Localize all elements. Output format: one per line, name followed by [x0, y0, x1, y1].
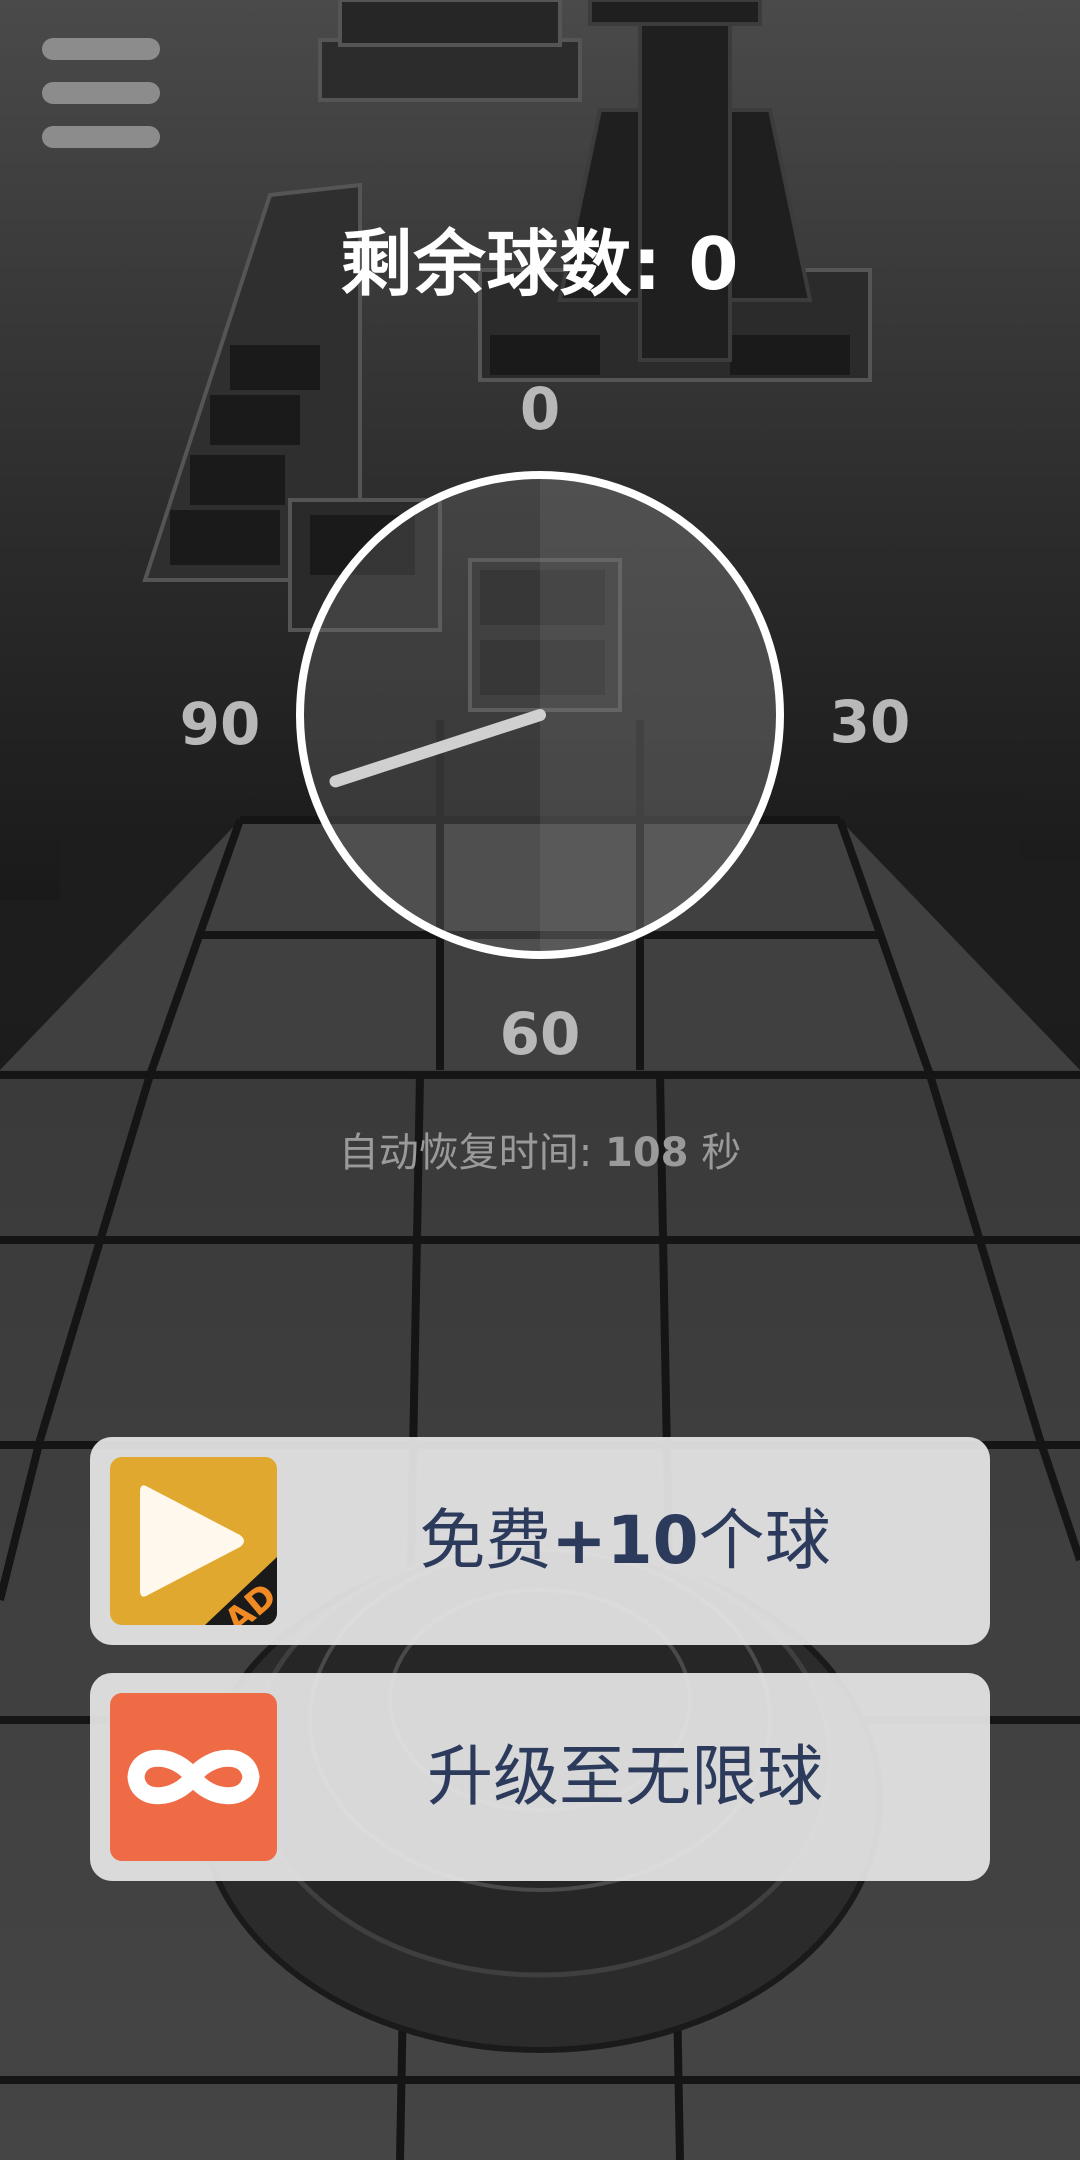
menu-icon	[42, 38, 160, 60]
menu-button[interactable]	[40, 38, 162, 150]
unlimited-balls-label: 升级至无限球	[427, 1738, 823, 1815]
auto-recover-timer: 自动恢复时间: 108 秒	[0, 1120, 1080, 1178]
recover-label: 自动恢复时间:	[338, 1130, 605, 1176]
remaining-balls-count: 0	[688, 222, 740, 306]
remaining-balls-label: 剩余球数:	[340, 222, 689, 306]
remaining-balls: 剩余球数: 0	[0, 205, 1080, 310]
aim-dial[interactable]	[296, 471, 784, 959]
free-balls-ad-button[interactable]: AD 免费+10个球	[90, 1437, 990, 1645]
recover-seconds: 108	[604, 1130, 689, 1176]
ad-video-icon: AD	[110, 1457, 277, 1625]
unlimited-balls-button[interactable]: 升级至无限球	[90, 1673, 990, 1881]
free-balls-label: 免费+10个球	[419, 1502, 831, 1579]
dial-label-right: 30	[829, 688, 911, 756]
dial-label-left: 90	[179, 690, 261, 758]
dial-label-top: 0	[519, 375, 561, 443]
infinity-icon	[110, 1693, 277, 1861]
play-icon	[140, 1485, 244, 1597]
recover-unit: 秒	[688, 1130, 742, 1176]
dial-label-bottom: 60	[499, 1000, 581, 1068]
